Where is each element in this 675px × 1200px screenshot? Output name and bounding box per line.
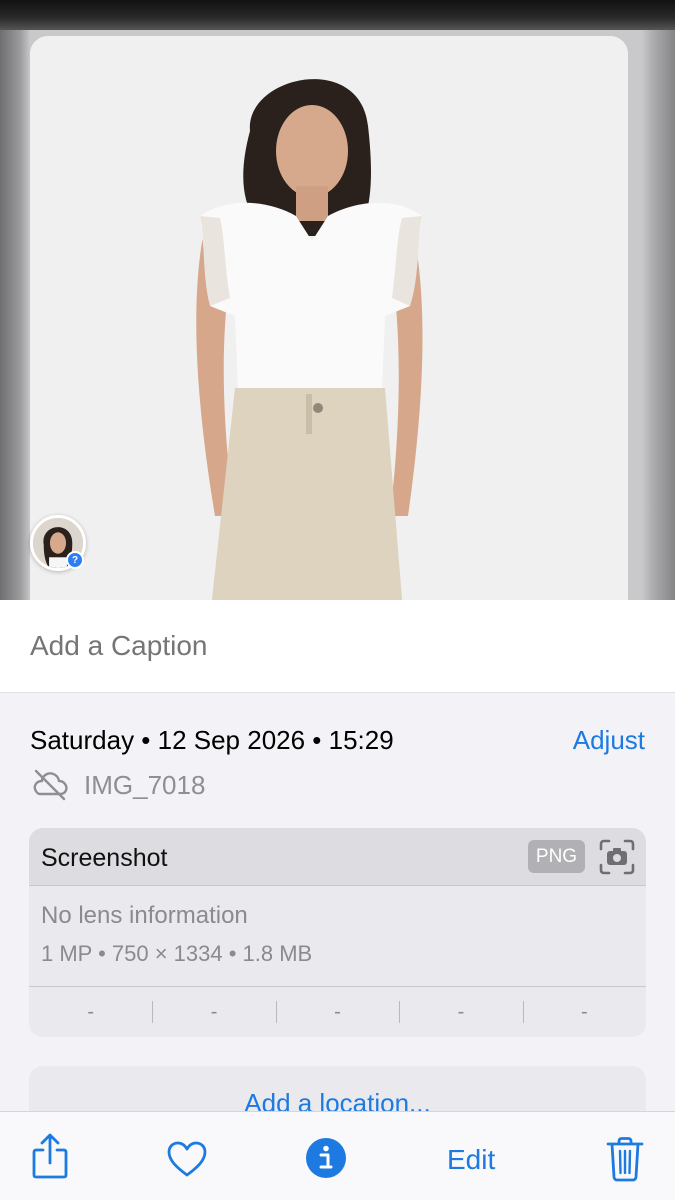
exif-cells: - - - - - bbox=[29, 987, 646, 1037]
share-button[interactable] bbox=[30, 1132, 70, 1180]
file-info-row: IMG_7018 bbox=[30, 768, 205, 802]
exif-cell-focal: - bbox=[152, 987, 275, 1037]
cloud-slash-icon bbox=[33, 769, 68, 801]
exif-cell-shutter: - bbox=[522, 987, 646, 1037]
exif-cell-aperture: - bbox=[399, 987, 522, 1037]
metadata-card: Screenshot PNG No lens information 1 MP … bbox=[29, 828, 646, 1037]
caption-area bbox=[0, 600, 675, 693]
trash-icon bbox=[606, 1137, 644, 1182]
info-button[interactable] bbox=[305, 1137, 347, 1179]
metadata-header: Screenshot PNG bbox=[29, 828, 646, 886]
unnamed-person-question-icon: ? bbox=[66, 551, 84, 569]
adjust-date-button[interactable]: Adjust bbox=[573, 725, 645, 756]
share-icon bbox=[32, 1133, 68, 1179]
format-badge: PNG bbox=[528, 840, 585, 873]
bottom-toolbar: Edit bbox=[0, 1111, 675, 1200]
edit-button[interactable]: Edit bbox=[447, 1144, 495, 1176]
status-bar-area bbox=[0, 0, 675, 30]
info-icon bbox=[306, 1138, 346, 1178]
photo-image bbox=[30, 36, 628, 600]
file-name: IMG_7018 bbox=[84, 769, 206, 800]
exif-cell-iso: - bbox=[87, 1000, 95, 1023]
exif-cell-ev: - bbox=[275, 987, 399, 1037]
heart-icon bbox=[167, 1141, 207, 1177]
metadata-title: Screenshot bbox=[41, 844, 168, 872]
photo-viewer[interactable]: ? bbox=[0, 0, 675, 600]
screenshot-camera-icon bbox=[599, 839, 635, 875]
image-specs: 1 MP • 750 × 1334 • 1.8 MB bbox=[41, 941, 313, 966]
photo-date-time: Saturday • 12 Sep 2026 • 15:29 bbox=[30, 725, 394, 755]
lens-info: No lens information bbox=[41, 902, 248, 929]
delete-button[interactable] bbox=[606, 1136, 644, 1182]
caption-input[interactable] bbox=[30, 630, 630, 662]
photo[interactable] bbox=[30, 36, 628, 600]
favorite-button[interactable] bbox=[166, 1140, 208, 1178]
